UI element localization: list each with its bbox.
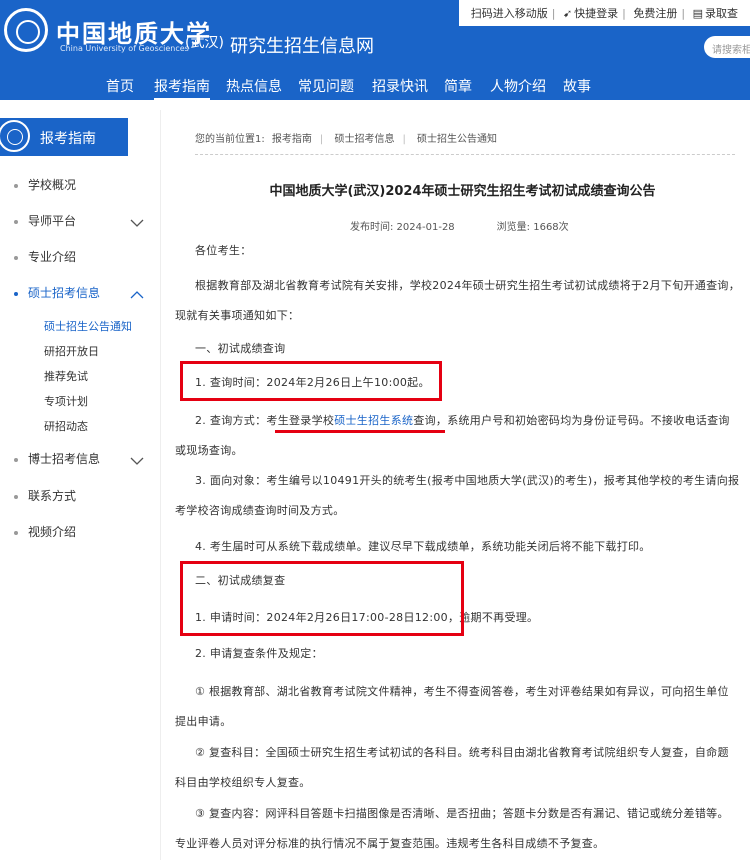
highlight-underline	[275, 430, 445, 433]
admissions-query-label: 录取查	[705, 7, 738, 20]
site-header: 中国地质大学 China University of Geosciences (…	[0, 0, 750, 100]
sidebar-subitem-open-day[interactable]: 研招开放日	[44, 343, 99, 359]
sidebar-subitem-masters-notices[interactable]: 硕士招生公告通知	[44, 318, 132, 334]
bullet-icon	[14, 183, 18, 188]
highlight-box	[180, 561, 464, 636]
top-links: 扫码进入移动版 | ➹ 快捷登录 | 免费注册 | ▤ 录取查	[458, 0, 750, 26]
chevron-down-icon[interactable]	[130, 216, 144, 230]
breadcrumb-item[interactable]: 报考指南	[272, 134, 312, 145]
article-title: 中国地质大学(武汉)2024年硕士研究生招生考试初试成绩查询公告	[269, 184, 656, 199]
sidebar-item-label: 联系方式	[28, 489, 77, 503]
nav-item-guide[interactable]: 报考指南	[154, 76, 210, 100]
review-rule-3: ③ 复查内容：网评科目答题卡扫描图像是否清晰、是否扭曲；答题卡分数是否有漏记、错…	[175, 807, 729, 850]
breadcrumb-item[interactable]: 硕士招考信息	[334, 134, 394, 145]
divider: |	[402, 134, 406, 145]
publish-time: 发布时间: 2024-01-28	[350, 222, 455, 233]
sidebar-subitem-recommend[interactable]: 推荐免试	[44, 368, 88, 384]
bullet-icon	[14, 457, 18, 462]
scan-mobile-link[interactable]: 扫码进入移动版	[467, 7, 552, 20]
section1-title: 一、初试成绩查询	[195, 342, 286, 355]
main-nav: 首页 报考指南 热点信息 常见问题 招录快讯 简章 人物介绍 故事	[0, 72, 750, 100]
sidebar-item-phd-info[interactable]: 博士招考信息	[14, 450, 100, 467]
bullet-icon	[14, 255, 18, 260]
article-meta: 发布时间: 2024-01-28 浏览量: 1668次	[350, 218, 611, 233]
bullet-icon	[14, 530, 18, 535]
sidebar-item-label: 硕士招考信息	[28, 286, 101, 300]
bullet-icon	[14, 291, 18, 296]
admissions-query-link[interactable]: ▤ 录取查	[689, 7, 742, 20]
target-audience: 3. 面向对象：考生编号以10491开头的统考生(报考中国地质大学(武汉)的考生…	[175, 474, 740, 517]
school-logo-icon	[0, 120, 30, 152]
admissions-system-link[interactable]: 硕士生招生系统	[334, 414, 413, 427]
school-name-en: China University of Geosciences	[60, 44, 189, 53]
sidebar-heading: 报考指南	[0, 118, 128, 156]
quick-login-label: 快捷登录	[574, 7, 619, 20]
bullet-icon	[14, 494, 18, 499]
sidebar-item-label: 专业介绍	[28, 250, 77, 264]
breadcrumb-item[interactable]: 硕士招生公告通知	[417, 134, 497, 145]
divider: |	[319, 134, 324, 145]
sidebar-subitem-special-plan[interactable]: 专项计划	[44, 393, 88, 409]
sidebar-item-label: 导师平台	[28, 214, 77, 228]
nav-item-hot[interactable]: 热点信息	[226, 76, 282, 96]
sidebar-item-masters-info[interactable]: 硕士招考信息	[14, 284, 100, 301]
query-method-pre: 2. 查询方式：考生登录学校	[195, 414, 335, 427]
review-conditions: 2. 申请复查条件及规定：	[195, 647, 323, 660]
view-count: 浏览量: 1668次	[496, 222, 569, 233]
sidebar-item-label: 学校概况	[28, 178, 77, 192]
site-title: 研究生招生信息网	[230, 36, 374, 57]
school-sub: (武汉)	[185, 35, 224, 51]
nav-item-brochure[interactable]: 简章	[444, 76, 472, 96]
header-top: 中国地质大学 China University of Geosciences (…	[0, 0, 750, 72]
highlight-box	[180, 361, 442, 401]
intro-paragraph: 根据教育部及湖北省教育考试院有关安排，学校2024年硕士研究生招生考试初试成绩将…	[175, 279, 740, 322]
sidebar-heading-label: 报考指南	[40, 131, 96, 147]
breadcrumb: 您的当前位置1: 报考指南 | 硕士招考信息 | 硕士招生公告通知	[195, 130, 497, 145]
free-register-link[interactable]: 免费注册	[629, 7, 681, 20]
chevron-up-icon[interactable]	[130, 288, 144, 302]
sidebar-item-contact[interactable]: 联系方式	[14, 487, 76, 504]
sidebar-item-video[interactable]: 视频介绍	[14, 523, 76, 540]
breadcrumb-prefix: 您的当前位置1:	[195, 134, 265, 145]
nav-item-news[interactable]: 招录快讯	[372, 76, 428, 96]
school-logo-icon[interactable]	[4, 8, 48, 52]
divider	[160, 110, 161, 860]
divider	[195, 154, 735, 155]
sidebar-item-label: 博士招考信息	[28, 452, 101, 466]
chevron-down-icon[interactable]	[130, 454, 144, 468]
nav-item-faq[interactable]: 常见问题	[298, 76, 354, 96]
rocket-icon: ➹	[562, 7, 573, 20]
download-note: 4. 考生届时可从系统下载成绩单。建议尽早下载成绩单，系统功能关闭后将不能下载打…	[195, 540, 651, 553]
sidebar-item-label: 视频介绍	[28, 525, 77, 539]
quick-login-link[interactable]: ➹ 快捷登录	[559, 7, 622, 20]
sidebar-item-advisors[interactable]: 导师平台	[14, 212, 76, 229]
review-rule-2: ② 复查科目：全国硕士研究生招生考试初试的各科目。统考科目由湖北省教育考试院组织…	[175, 746, 729, 789]
search-input[interactable]: 请搜索相	[704, 36, 750, 58]
nav-item-people[interactable]: 人物介绍	[490, 76, 546, 96]
divider: |	[681, 7, 686, 20]
divider: |	[551, 7, 556, 20]
review-rule-1: ① 根据教育部、湖北省教育考试院文件精神，考生不得查阅答卷，考生对评卷结果如有异…	[175, 685, 729, 728]
sidebar-subitem-updates[interactable]: 研招动态	[44, 418, 88, 434]
query-method: 2. 查询方式：考生登录学校硕士生招生系统查询，系统用户号和初始密码均为身份证号…	[175, 406, 740, 466]
divider: |	[622, 7, 626, 20]
sidebar-item-majors[interactable]: 专业介绍	[14, 248, 76, 265]
document-icon: ▤	[692, 7, 703, 20]
sidebar-item-school-overview[interactable]: 学校概况	[14, 176, 76, 193]
nav-item-stories[interactable]: 故事	[563, 76, 591, 96]
bullet-icon	[14, 219, 18, 224]
nav-item-home[interactable]: 首页	[106, 76, 134, 96]
greeting: 各位考生：	[195, 244, 252, 257]
